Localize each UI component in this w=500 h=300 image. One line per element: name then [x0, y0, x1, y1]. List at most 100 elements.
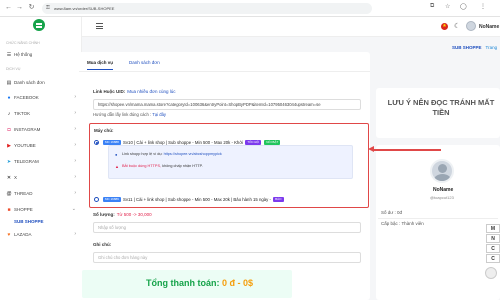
- sidebar-section-service: DỊCH VỤ: [6, 67, 21, 71]
- server-option-2[interactable]: MC 16889 Sv11 | Cài + link shop | Sub sh…: [102, 197, 285, 202]
- note-https: ▲ Bắt buộc dùng HTTPS, không chấp nhận H…: [115, 164, 203, 169]
- order-card: Mua dịch vụ Danh sách đơn Link Huộc UID:…: [79, 52, 370, 300]
- server-label: Máy chủ:: [94, 128, 114, 133]
- profile-icon[interactable]: ◯: [460, 3, 467, 10]
- annotation-arrow-head-icon: [368, 146, 374, 152]
- bulk-order-link[interactable]: Mua nhiều đơn cùng lúc: [127, 89, 175, 94]
- sidebar-section-main: CHỨC NĂNG CHÍNH: [6, 41, 40, 45]
- top-header: ★ ☾ NoName: [82, 17, 500, 37]
- side-tag-m[interactable]: M: [486, 224, 500, 233]
- chevron-right-icon: ›: [74, 142, 76, 148]
- facebook-icon: ●: [7, 95, 11, 101]
- breadcrumb-next[interactable]: Trang: [486, 45, 498, 50]
- chevron-right-icon: ›: [74, 110, 76, 116]
- back-icon[interactable]: ←: [4, 3, 13, 12]
- chevron-right-icon: ›: [74, 190, 76, 196]
- info-dot-icon: ●: [115, 152, 118, 157]
- sidebar-item-thread[interactable]: @ THREAD ›: [6, 189, 78, 198]
- sidebar-item-lazada[interactable]: ♥ LAZADA ›: [6, 230, 78, 239]
- server-notes-panel: ● Link shopp hợp lệ ví dụ: https://shope…: [108, 145, 353, 179]
- star-icon[interactable]: ☆: [445, 3, 450, 10]
- warranty-badge: BẢO: [273, 197, 284, 202]
- chevron-right-icon: ›: [74, 231, 76, 237]
- speed-badge: TỐC ĐỘ: [245, 140, 261, 145]
- sidebar-item-telegram[interactable]: ➤ TELEGRAM ›: [6, 157, 78, 166]
- header-username[interactable]: NoName: [479, 24, 499, 30]
- avatar[interactable]: [466, 21, 476, 31]
- breadcrumb-current[interactable]: SUB SHOPPE: [452, 45, 482, 50]
- address-bar[interactable]: ⚿ www.8am.vn/order/SUB-SHOPEE: [42, 3, 372, 14]
- chevron-right-icon: ›: [74, 94, 76, 100]
- brand-logo[interactable]: [33, 19, 45, 31]
- rank-row: Cấp bậc : Thành viên: [381, 221, 424, 226]
- sidebar-item-instagram[interactable]: ◘ INSTAGRAM ›: [6, 125, 78, 134]
- notice-title[interactable]: LƯU Ý NÊN ĐỌC TRÁNH MẤT TIỀN: [382, 98, 500, 118]
- breadcrumb: SUB SHOPPE Trang: [452, 45, 497, 50]
- sidebar-item-shoppe[interactable]: ■ SHOPPE ⌄: [6, 205, 78, 214]
- sidebar-item-youtube[interactable]: ▶ YOUTUBE ›: [6, 141, 78, 150]
- profile-name: NoName: [433, 187, 454, 193]
- extensions-icon[interactable]: ⧉: [430, 3, 434, 10]
- server-code-badge: MC 16889: [103, 197, 121, 202]
- menu-icon[interactable]: ⋮: [480, 3, 486, 10]
- example-link: https://shopee.vn/abcshoppmypick: [163, 152, 222, 156]
- quantity-label: Số lượng: Từ 500 -> 30,000: [93, 212, 152, 217]
- balance-value: 0đ: [397, 210, 403, 215]
- telegram-icon: ➤: [6, 159, 12, 165]
- url-text: www.8am.vn/order/SUB-SHOPEE: [54, 6, 115, 11]
- home-icon: ☰: [6, 52, 12, 58]
- warning-icon: ▲: [115, 164, 119, 169]
- server-radio-1[interactable]: [94, 140, 99, 145]
- server-radio-2[interactable]: [94, 197, 99, 202]
- forward-icon[interactable]: →: [15, 3, 24, 12]
- tab-buy-service[interactable]: Mua dịch vụ: [87, 57, 114, 70]
- chevron-down-icon: ⌄: [71, 206, 76, 212]
- browser-toolbar: ← → ↻ ⚿ www.8am.vn/order/SUB-SHOPEE ⧉ ☆ …: [0, 0, 500, 17]
- sidebar-subitem-sub-shoppe[interactable]: SUB SHOPPE: [14, 219, 44, 224]
- sidebar-item-tiktok[interactable]: ♪ TIKTOK ›: [6, 109, 78, 118]
- quantity-input[interactable]: Nhập số lượng: [93, 222, 361, 233]
- annotation-arrow-line: [373, 149, 441, 151]
- featured-badge: NỔI BẬT: [264, 140, 281, 145]
- note-input[interactable]: Ghi chú cho đơn hàng này: [93, 252, 361, 263]
- tiktok-icon: ♪: [7, 111, 11, 117]
- dark-mode-icon[interactable]: ☾: [454, 22, 460, 30]
- reload-icon[interactable]: ↻: [27, 3, 36, 12]
- side-tag-n[interactable]: N: [486, 234, 500, 243]
- total-payment-box: Tổng thanh toán: 0 đ - 0$: [82, 270, 292, 298]
- tab-order-list[interactable]: Danh sách đơn: [129, 57, 160, 69]
- side-tag-c2[interactable]: C: [486, 254, 500, 263]
- guide-hint: Hướng dẫn lấy link đúng cách : Tại đây: [93, 112, 166, 117]
- rank-value: Thành viên: [401, 221, 424, 226]
- profile-divider: [378, 218, 498, 219]
- profile-handle: @toapcut123: [430, 195, 454, 200]
- note-valid-link: ● Link shopp hợp lệ ví dụ: https://shope…: [115, 152, 222, 157]
- sidebar-item-home[interactable]: ☰ Hệ thống: [6, 50, 78, 59]
- instagram-icon: ◘: [7, 127, 11, 133]
- profile-avatar: [430, 159, 454, 183]
- side-tag-c1[interactable]: C: [486, 244, 500, 253]
- guide-link[interactable]: Tại đây: [152, 112, 166, 117]
- chevron-right-icon: ›: [74, 158, 76, 164]
- note-label: Ghi chú:: [93, 242, 112, 247]
- vietnam-flag-icon[interactable]: ★: [441, 23, 448, 30]
- lock-icon: ⚿: [46, 5, 50, 11]
- link-input[interactable]: https://shopee.vn/mama.mama.store?catego…: [93, 99, 361, 110]
- balance-row: Số dư : 0đ: [381, 210, 403, 215]
- chevron-right-icon: ›: [74, 126, 76, 132]
- sidebar-item-x[interactable]: ✕ X ›: [6, 173, 78, 182]
- link-label: Link Huộc UID: Mua nhiều đơn cùng lúc: [93, 89, 176, 94]
- hamburger-menu-icon[interactable]: [96, 23, 103, 29]
- server-code-badge: MC 16888: [103, 140, 121, 145]
- sidebar: CHỨC NĂNG CHÍNH ☰ Hệ thống DỊCH VỤ ▤ Danh …: [0, 17, 82, 300]
- total-value: 0 đ - 0$: [222, 278, 254, 288]
- sidebar-item-orders[interactable]: ▤ Danh sách đơn: [6, 78, 78, 87]
- shopee-icon: ■: [7, 207, 11, 213]
- scroll-top-button[interactable]: [485, 267, 497, 279]
- x-icon: ✕: [6, 175, 12, 181]
- chevron-right-icon: ›: [74, 174, 76, 180]
- lazada-icon: ♥: [7, 232, 11, 238]
- sidebar-item-facebook[interactable]: ● FACEBOOK ›: [6, 93, 78, 102]
- quantity-range: Từ 500 -> 30,000: [116, 212, 152, 217]
- total-payment: Tổng thanh toán: 0 đ - 0$: [146, 278, 254, 288]
